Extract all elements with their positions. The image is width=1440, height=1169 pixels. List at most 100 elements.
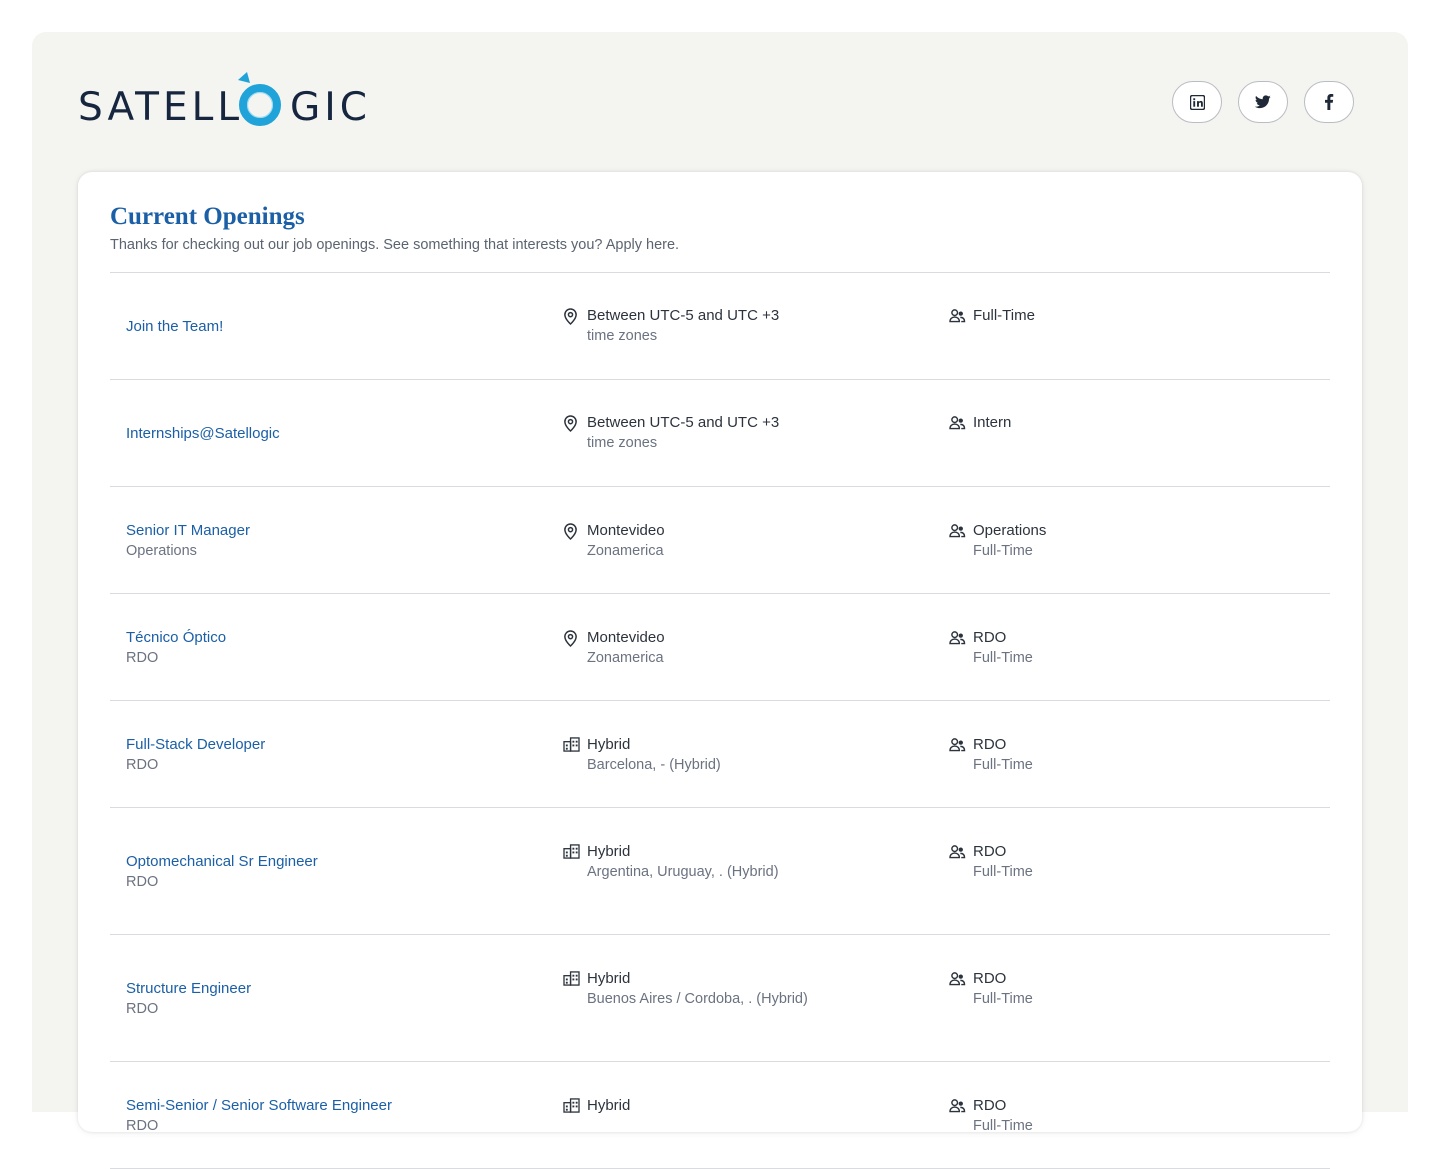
type-main: RDO: [973, 628, 1007, 646]
type-sub: Full-Time: [973, 1117, 1033, 1134]
job-title-link[interactable]: Join the Team!: [126, 316, 546, 337]
people-icon-slot: [949, 734, 973, 775]
job-row[interactable]: Técnico Óptico RDO Montevideo Zonamerica…: [110, 594, 1330, 701]
job-department: RDO: [126, 756, 159, 773]
job-type: RDO Full-Time: [949, 627, 1249, 668]
location-pin-icon: [564, 522, 577, 540]
openings-card: Current Openings Thanks for checking out…: [78, 172, 1362, 1169]
location-pin-icon: [564, 308, 577, 326]
people-icon-slot: [949, 627, 973, 668]
twitter-icon: [1255, 95, 1271, 109]
location-icon-slot: [563, 841, 587, 882]
location-sub: time zones: [587, 328, 658, 344]
location-sub: time zones: [587, 435, 658, 451]
type-sub: Full-Time: [973, 542, 1033, 559]
location-icon-slot: [563, 734, 587, 775]
job-title-link[interactable]: Optomechanical Sr Engineer: [126, 851, 546, 872]
job-type: RDO Full-Time: [949, 734, 1249, 775]
people-icon-slot: [949, 1095, 973, 1136]
job-department: RDO: [126, 1117, 159, 1134]
job-row[interactable]: Full-Stack Developer RDO Hybrid Barcelon…: [110, 701, 1330, 808]
type-main: RDO: [973, 735, 1007, 753]
logo-ring: [238, 72, 281, 126]
type-main: RDO: [973, 969, 1007, 987]
building-icon: [563, 736, 580, 752]
type-sub: Full-Time: [973, 756, 1033, 773]
location-icon-slot: [563, 1095, 587, 1118]
job-title-link[interactable]: Internships@Satellogic: [126, 423, 546, 444]
page-title: Current Openings: [110, 203, 305, 230]
people-icon: [949, 416, 966, 430]
job-type: Operations Full-Time: [949, 520, 1249, 561]
type-sub: Full-Time: [973, 649, 1033, 666]
type-main: Intern: [973, 414, 1012, 431]
job-type: Full-Time: [949, 305, 1249, 328]
job-row[interactable]: Structure Engineer RDO Hybrid Buenos Air…: [110, 935, 1330, 1062]
social-links: [1172, 81, 1354, 123]
job-info: Semi-Senior / Senior Software Engineer R…: [126, 1095, 546, 1137]
people-icon-slot: [949, 305, 973, 328]
location-main: Hybrid: [587, 842, 631, 860]
job-title-link[interactable]: Structure Engineer: [126, 978, 546, 999]
linkedin-button[interactable]: [1172, 81, 1222, 123]
job-department: RDO: [126, 1000, 159, 1017]
location-main: Between UTC-5 and UTC +3: [587, 414, 780, 431]
logo-text-right: GIC: [290, 85, 368, 130]
location-sub: Argentina, Uruguay, . (Hybrid): [587, 863, 779, 880]
twitter-button[interactable]: [1238, 81, 1288, 123]
job-title-link[interactable]: Senior IT Manager: [126, 520, 546, 541]
job-type: Intern: [949, 412, 1249, 435]
location-pin-icon: [564, 415, 577, 433]
job-location: Hybrid: [563, 1095, 863, 1118]
linkedin-icon: [1189, 94, 1205, 110]
type-main: RDO: [973, 842, 1007, 860]
location-sub: Zonamerica: [587, 542, 664, 559]
job-location: Between UTC-5 and UTC +3 time zones: [563, 305, 863, 346]
location-icon-slot: [563, 412, 587, 453]
people-icon: [949, 1098, 966, 1112]
satellogic-logo[interactable]: SATELL GIC: [78, 72, 368, 134]
job-department: RDO: [126, 873, 159, 890]
facebook-button[interactable]: [1304, 81, 1354, 123]
job-title-link[interactable]: Semi-Senior / Senior Software Engineer: [126, 1095, 546, 1116]
facebook-icon: [1325, 94, 1334, 110]
job-info: Join the Team!: [126, 316, 546, 337]
type-main: Operations: [973, 521, 1047, 539]
job-department: Operations: [126, 542, 197, 559]
page-container: SATELL GIC Current Openings Thanks for c…: [32, 32, 1408, 1169]
page-subtitle: Thanks for checking out our job openings…: [110, 237, 680, 253]
location-main: Montevideo: [587, 628, 665, 646]
job-info: Structure Engineer RDO: [126, 978, 546, 1020]
job-row[interactable]: Join the Team! Between UTC-5 and UTC +3 …: [110, 273, 1330, 380]
type-sub: Full-Time: [973, 863, 1033, 880]
location-icon-slot: [563, 520, 587, 561]
people-icon: [949, 630, 966, 644]
job-row[interactable]: Semi-Senior / Senior Software Engineer R…: [110, 1062, 1330, 1169]
location-sub: Buenos Aires / Cordoba, . (Hybrid): [587, 990, 808, 1007]
job-list: Join the Team! Between UTC-5 and UTC +3 …: [110, 272, 1330, 1169]
job-location: Between UTC-5 and UTC +3 time zones: [563, 412, 863, 453]
job-row[interactable]: Internships@Satellogic Between UTC-5 and…: [110, 380, 1330, 487]
job-row[interactable]: Senior IT Manager Operations Montevideo …: [110, 487, 1330, 594]
location-sub: Zonamerica: [587, 649, 664, 666]
job-info: Técnico Óptico RDO: [126, 627, 546, 669]
people-icon: [949, 844, 966, 858]
site-header: SATELL GIC: [32, 32, 1408, 172]
location-pin-icon: [564, 629, 577, 647]
people-icon-slot: [949, 412, 973, 435]
job-info: Optomechanical Sr Engineer RDO: [126, 851, 546, 893]
people-icon: [949, 971, 966, 985]
location-main: Between UTC-5 and UTC +3: [587, 307, 780, 324]
job-title-link[interactable]: Técnico Óptico: [126, 627, 546, 648]
job-row[interactable]: Optomechanical Sr Engineer RDO Hybrid Ar…: [110, 808, 1330, 935]
job-location: Hybrid Barcelona, - (Hybrid): [563, 734, 863, 775]
type-main: RDO: [973, 1096, 1007, 1114]
job-location: Montevideo Zonamerica: [563, 520, 863, 561]
job-title-link[interactable]: Full-Stack Developer: [126, 734, 546, 755]
people-icon-slot: [949, 520, 973, 561]
job-type: RDO Full-Time: [949, 841, 1249, 882]
job-location: Montevideo Zonamerica: [563, 627, 863, 668]
building-icon: [563, 970, 580, 986]
job-location: Hybrid Buenos Aires / Cordoba, . (Hybrid…: [563, 968, 863, 1009]
job-info: Internships@Satellogic: [126, 423, 546, 444]
